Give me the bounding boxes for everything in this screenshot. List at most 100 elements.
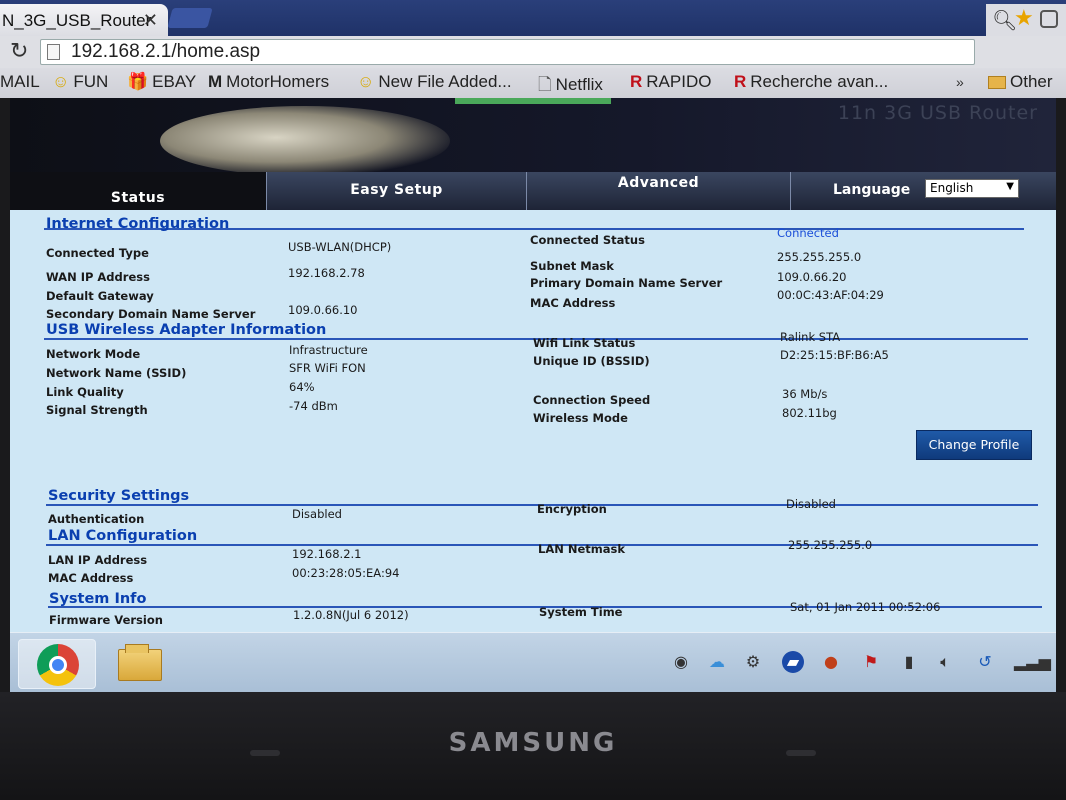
network-tool-icon[interactable]: ⚙ <box>742 651 764 673</box>
tab-status[interactable]: Status <box>10 172 266 210</box>
bookmark-rapido[interactable]: R RAPIDO <box>630 72 711 92</box>
star-icon[interactable]: ★ <box>1014 6 1034 31</box>
bookmark-fun[interactable]: ☺ FUN <box>52 72 108 92</box>
system-time-value: Sat, 01 Jan 2011 00:52:06 <box>790 600 941 614</box>
wifi-link-status-value: Ralink STA <box>780 330 841 344</box>
router-nav: Status Easy Setup Advanced Language Engl… <box>10 172 1056 210</box>
browser-tab-strip: N_3G_USB_Router ✕ 🔍︎ ★ <box>0 0 1066 36</box>
bookmarks-overflow-icon[interactable]: » <box>956 74 964 90</box>
default-gateway-label: Default Gateway <box>46 289 154 303</box>
link-quality-label: Link Quality <box>46 385 124 399</box>
bookmark-mail[interactable]: MAIL <box>0 72 40 92</box>
lan-config-title: LAN Configuration <box>48 528 198 544</box>
volume-icon[interactable]: 🔈︎ <box>934 651 956 673</box>
encryption-value: Disabled <box>786 497 836 511</box>
router-page: 11n 3G USB Router Status Easy Setup Adva… <box>10 98 1056 632</box>
laptop-bezel: SAMSUNG <box>0 692 1066 800</box>
connected-status-value: Connected <box>777 226 839 240</box>
bssid-label: Unique ID (BSSID) <box>533 354 650 368</box>
chrome-icon <box>37 644 79 686</box>
network-mode-value: Infrastructure <box>289 343 368 357</box>
subnet-mask-value: 255.255.255.0 <box>777 250 862 264</box>
language-select[interactable]: English ▼ <box>925 179 1019 198</box>
bookmark-motorhomers[interactable]: M MotorHomers <box>208 72 329 92</box>
tab-easy-setup[interactable]: Easy Setup <box>266 172 526 210</box>
firmware-version-label: Firmware Version <box>49 613 163 627</box>
sync-icon[interactable]: ↺ <box>974 651 996 673</box>
close-icon[interactable]: ✕ <box>143 10 158 31</box>
taskbar: ◉ ☁ ⚙ ▰ ● ⚑ ▮ 🔈︎ ↺ ▂▃▅ <box>10 632 1056 692</box>
connected-status-label: Connected Status <box>530 233 645 247</box>
bookmark-ebay[interactable]: 🎁 EBAY <box>127 72 196 92</box>
new-tab-button[interactable] <box>167 8 213 28</box>
loading-bar <box>455 98 611 104</box>
lan-mac-value: 00:23:28:05:EA:94 <box>292 566 400 580</box>
ssid-label: Network Name (SSID) <box>46 366 187 380</box>
bezel-left <box>0 98 10 692</box>
bluetooth-icon[interactable]: ▰ <box>782 651 804 673</box>
system-time-label: System Time <box>539 605 623 619</box>
folder-icon <box>988 76 1006 90</box>
wrench-icon[interactable] <box>1040 10 1058 28</box>
smiley-icon: ☺ <box>52 72 70 91</box>
router-model-title: 11n 3G USB Router <box>837 102 1038 124</box>
internet-config-title: Internet Configuration <box>46 216 230 232</box>
taskbar-explorer[interactable] <box>110 639 188 689</box>
connection-speed-label: Connection Speed <box>533 393 651 407</box>
primary-dns-value: 109.0.66.20 <box>777 270 847 284</box>
wan-ip-label: WAN IP Address <box>46 270 150 284</box>
cloud-icon[interactable]: ☁ <box>706 651 728 673</box>
link-quality-value: 64% <box>289 380 315 394</box>
bookmark-netflix[interactable]: 🗋 Netflix <box>538 72 603 101</box>
bookmark-new-file-added[interactable]: ☺ New File Added... <box>357 72 512 92</box>
signal-icon[interactable]: ▂▃▅ <box>1014 651 1051 673</box>
wireless-mode-value: 802.11bg <box>782 406 837 420</box>
reload-icon[interactable]: ↻ <box>10 39 28 64</box>
chrome-tray-icon[interactable]: ◉ <box>670 651 692 673</box>
lan-netmask-label: LAN Netmask <box>538 542 626 556</box>
folder-icon <box>118 644 162 681</box>
primary-dns-label: Primary Domain Name Server <box>530 276 723 290</box>
network-mode-label: Network Mode <box>46 347 141 361</box>
signal-strength-value: -74 dBm <box>289 399 338 413</box>
tab-advanced[interactable]: Advanced <box>526 172 790 210</box>
bookmark-recherche[interactable]: R Recherche avan... <box>734 72 888 92</box>
signal-strength-label: Signal Strength <box>46 403 148 417</box>
url-text: 192.168.2.1/home.asp <box>71 41 261 62</box>
battery-icon[interactable]: ▮ <box>898 651 920 673</box>
browser-tab[interactable]: N_3G_USB_Router ✕ <box>0 4 168 36</box>
taskbar-chrome[interactable] <box>18 639 96 689</box>
page-icon: 🗋 <box>538 75 552 94</box>
change-profile-button[interactable]: Change Profile <box>916 430 1032 460</box>
authentication-value: Disabled <box>292 507 342 521</box>
brand-logo: SAMSUNG <box>448 728 618 758</box>
firmware-version-value: 1.2.0.8N(Jul 6 2012) <box>293 608 409 622</box>
ssid-value: SFR WiFi FON <box>289 361 366 375</box>
rapido-icon: R <box>734 72 747 91</box>
location-icon[interactable]: ● <box>820 651 842 673</box>
tab-title: N_3G_USB_Router <box>2 11 152 30</box>
flag-icon[interactable]: ⚑ <box>860 651 882 673</box>
wireless-mode-label: Wireless Mode <box>533 411 628 425</box>
address-bar: ↻ 192.168.2.1/home.asp <box>0 36 1066 68</box>
bssid-value: D2:25:15:BF:B6:A5 <box>780 348 889 362</box>
smiley-icon: ☺ <box>357 72 375 91</box>
dropdown-arrow-icon: ▼ <box>1006 181 1014 192</box>
secondary-dns-value: 109.0.66.10 <box>288 303 358 317</box>
language-label: Language <box>833 182 911 198</box>
connected-type-label: Connected Type <box>46 246 149 260</box>
other-bookmarks[interactable]: Other <box>988 72 1053 92</box>
wifi-link-status-label: Wifi Link Status <box>533 336 636 350</box>
gift-icon: 🎁 <box>127 72 149 91</box>
system-info-title: System Info <box>49 591 147 607</box>
encryption-label: Encryption <box>537 502 607 516</box>
lan-ip-label: LAN IP Address <box>48 553 148 567</box>
status-content: Internet Configuration Connected Type US… <box>10 210 1056 632</box>
connection-speed-value: 36 Mb/s <box>782 387 828 401</box>
subnet-mask-label: Subnet Mask <box>530 259 614 273</box>
lan-ip-value: 192.168.2.1 <box>292 547 362 561</box>
wan-mac-label: MAC Address <box>530 296 616 310</box>
language-area: Language English ▼ <box>790 172 1056 210</box>
bezel-right <box>1056 98 1066 692</box>
url-input[interactable]: 192.168.2.1/home.asp <box>40 39 975 65</box>
